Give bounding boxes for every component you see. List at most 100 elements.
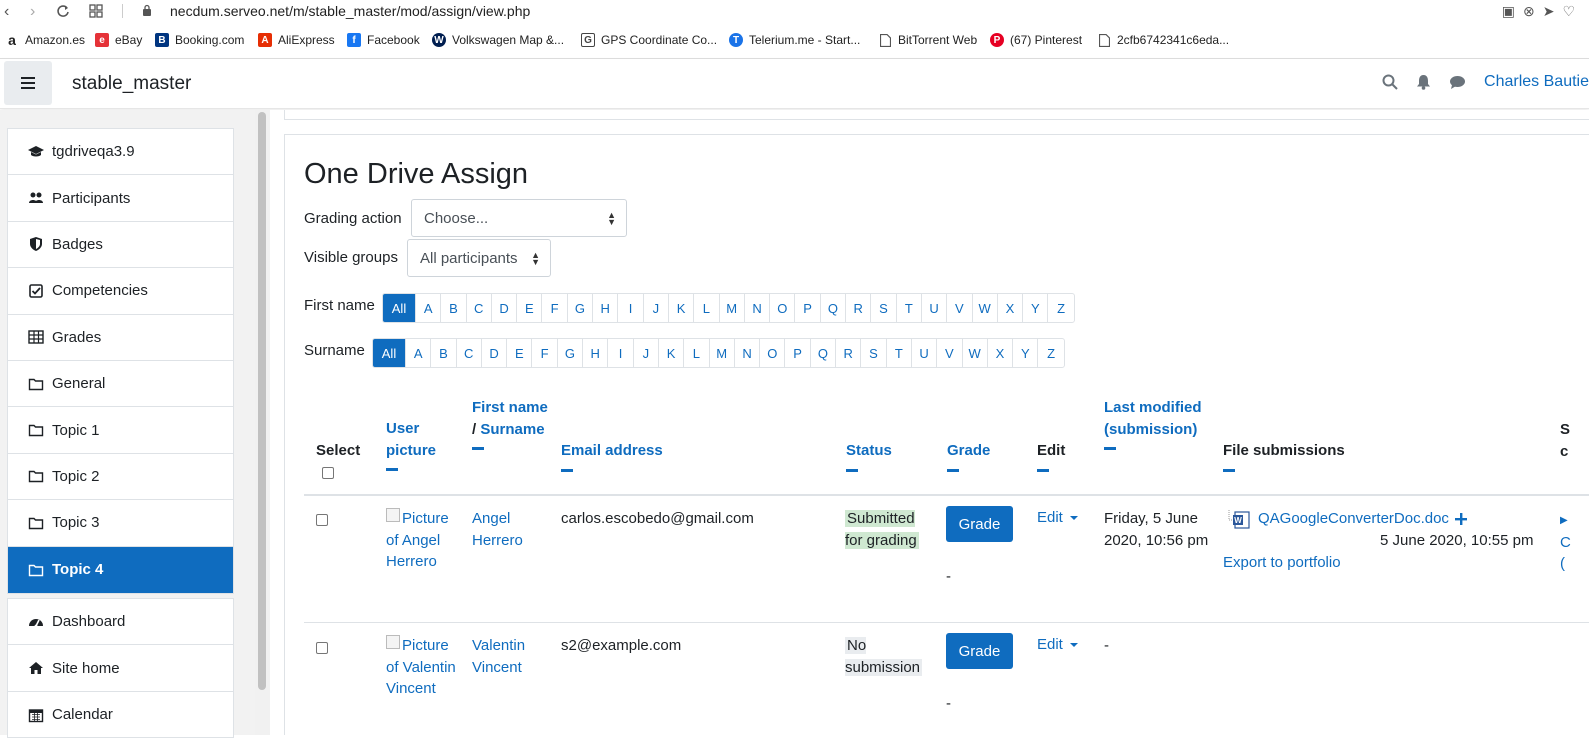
- surname-initial-r[interactable]: R: [836, 339, 862, 367]
- surname-initial-u[interactable]: U: [912, 339, 938, 367]
- surname-initial-c[interactable]: C: [457, 339, 482, 367]
- first-name-initial-t[interactable]: T: [897, 294, 922, 322]
- surname-initial-d[interactable]: D: [482, 339, 508, 367]
- first-name-initial-h[interactable]: H: [593, 294, 619, 322]
- collapse-icon[interactable]: [947, 468, 959, 472]
- surname-initial-z[interactable]: Z: [1038, 339, 1063, 367]
- bookmark-item[interactable]: G GPS Coordinate Co...: [581, 33, 717, 47]
- sidebar-item-topic-2[interactable]: Topic 2: [8, 454, 233, 501]
- surname-initial-w[interactable]: W: [963, 339, 988, 367]
- collapse-icon[interactable]: [846, 468, 858, 472]
- first-name-initial-l[interactable]: L: [694, 294, 720, 322]
- surname-initial-t[interactable]: T: [887, 339, 912, 367]
- grade-sort-link[interactable]: Grade: [947, 442, 990, 459]
- email-sort-link[interactable]: Email address: [561, 442, 663, 459]
- first-name-initial-s[interactable]: S: [871, 294, 897, 322]
- first-name-initial-v[interactable]: V: [947, 294, 973, 322]
- surname-initial-h[interactable]: H: [583, 339, 609, 367]
- tabs-grid-icon[interactable]: [89, 4, 103, 18]
- sidebar-item-general[interactable]: General: [8, 361, 233, 408]
- bookmark-item[interactable]: 2cfb6742341c6eda...: [1097, 33, 1229, 47]
- bookmark-item[interactable]: P (67) Pinterest: [990, 33, 1082, 47]
- site-name[interactable]: stable_master: [72, 73, 191, 95]
- first-name-initial-o[interactable]: O: [770, 294, 796, 322]
- sidebar-item-participants[interactable]: Participants: [8, 175, 233, 222]
- first-name-initial-j[interactable]: J: [644, 294, 669, 322]
- sidebar-item-site-home[interactable]: Site home: [8, 645, 233, 692]
- first-name-initial-r[interactable]: R: [846, 294, 872, 322]
- drawer-toggle-button[interactable]: [4, 61, 52, 105]
- bookmark-item[interactable]: a Amazon.es: [5, 32, 85, 48]
- first-name-initial-z[interactable]: Z: [1048, 294, 1073, 322]
- sidebar-item-tgdriveqa3-9[interactable]: tgdriveqa3.9: [8, 129, 233, 176]
- drawer-scrollbar-thumb[interactable]: [258, 112, 266, 690]
- collapse-icon[interactable]: [386, 468, 398, 471]
- sidebar-item-badges[interactable]: Badges: [8, 222, 233, 269]
- export-to-portfolio-link[interactable]: Export to portfolio: [1223, 552, 1341, 574]
- first-name-initial-p[interactable]: P: [795, 294, 821, 322]
- url-field[interactable]: necdum.serveo.net/m/stable_master/mod/as…: [170, 3, 530, 19]
- sidebar-item-grades[interactable]: Grades: [8, 315, 233, 361]
- heart-icon[interactable]: ♡: [1562, 3, 1575, 20]
- surname-initial-i[interactable]: I: [608, 339, 634, 367]
- first-name-initial-c[interactable]: C: [467, 294, 492, 322]
- surname-initial-j[interactable]: J: [634, 339, 659, 367]
- back-icon[interactable]: ‹: [4, 3, 9, 21]
- first-name-initial-w[interactable]: W: [973, 294, 998, 322]
- send-icon[interactable]: ➤: [1543, 3, 1555, 20]
- first-name-initial-i[interactable]: I: [618, 294, 644, 322]
- first-name-initial-k[interactable]: K: [669, 294, 695, 322]
- collapse-icon[interactable]: [1104, 447, 1116, 450]
- surname-initial-y[interactable]: Y: [1013, 339, 1039, 367]
- visible-groups-select[interactable]: All participants ▲ ▼: [407, 239, 551, 277]
- first-name-initial-y[interactable]: Y: [1023, 294, 1049, 322]
- user-fullname-link[interactable]: Angel Herrero: [472, 508, 532, 551]
- sidebar-item-calendar[interactable]: Calendar: [8, 692, 233, 738]
- collapse-icon[interactable]: [1223, 468, 1235, 472]
- surname-initial-g[interactable]: G: [558, 339, 584, 367]
- messages-icon[interactable]: [1449, 75, 1466, 90]
- first-name-sort-link[interactable]: First name: [472, 399, 548, 416]
- sidebar-item-topic-1[interactable]: Topic 1: [8, 407, 233, 454]
- row-checkbox[interactable]: [316, 642, 328, 654]
- user-fullname-link[interactable]: Valentin Vincent: [472, 635, 532, 678]
- status-sort-link[interactable]: Status: [846, 442, 892, 459]
- surname-initial-e[interactable]: E: [507, 339, 533, 367]
- file-link[interactable]: QAGoogleConverterDoc.doc: [1258, 508, 1449, 530]
- bookmark-item[interactable]: B Booking.com: [155, 33, 244, 47]
- surname-sort-link[interactable]: Surname: [480, 421, 544, 438]
- edit-menu-link[interactable]: Edit: [1037, 509, 1078, 526]
- sidebar-item-topic-4[interactable]: Topic 4: [8, 546, 233, 593]
- first-name-initial-b[interactable]: B: [441, 294, 467, 322]
- surname-initial-q[interactable]: Q: [811, 339, 837, 367]
- surname-initial-a[interactable]: A: [406, 339, 432, 367]
- reload-icon[interactable]: [56, 4, 70, 18]
- first-name-initial-g[interactable]: G: [568, 294, 594, 322]
- bookmark-item[interactable]: T Telerium.me - Start...: [729, 33, 860, 47]
- collapse-icon[interactable]: [1037, 468, 1049, 472]
- first-name-initial-x[interactable]: X: [998, 294, 1024, 322]
- first-name-initial-f[interactable]: F: [542, 294, 568, 322]
- surname-initial-o[interactable]: O: [760, 339, 786, 367]
- surname-initial-m[interactable]: M: [710, 339, 735, 367]
- user-picture[interactable]: Picture of Angel Herrero: [386, 508, 456, 573]
- forward-icon[interactable]: ›: [30, 3, 35, 21]
- collapse-icon[interactable]: [472, 447, 484, 450]
- surname-initial-b[interactable]: B: [431, 339, 457, 367]
- first-name-initial-n[interactable]: N: [745, 294, 771, 322]
- adblock-icon[interactable]: ⊗: [1523, 3, 1535, 20]
- first-name-initial-a[interactable]: A: [416, 294, 442, 322]
- grading-action-select[interactable]: Choose... ▲ ▼: [411, 199, 627, 237]
- first-name-initial-q[interactable]: Q: [821, 294, 847, 322]
- first-name-initial-d[interactable]: D: [492, 294, 518, 322]
- bookmark-item[interactable]: e eBay: [95, 33, 142, 47]
- plus-icon[interactable]: [1454, 513, 1467, 525]
- surname-initial-s[interactable]: S: [861, 339, 887, 367]
- grade-button[interactable]: Grade: [946, 633, 1013, 669]
- grade-button[interactable]: Grade: [946, 506, 1013, 542]
- surname-initial-p[interactable]: P: [785, 339, 811, 367]
- user-picture[interactable]: Picture of Valentin Vincent: [386, 635, 456, 700]
- surname-initial-n[interactable]: N: [735, 339, 761, 367]
- camera-icon[interactable]: ▣: [1502, 3, 1515, 20]
- first-name-initial-u[interactable]: U: [922, 294, 948, 322]
